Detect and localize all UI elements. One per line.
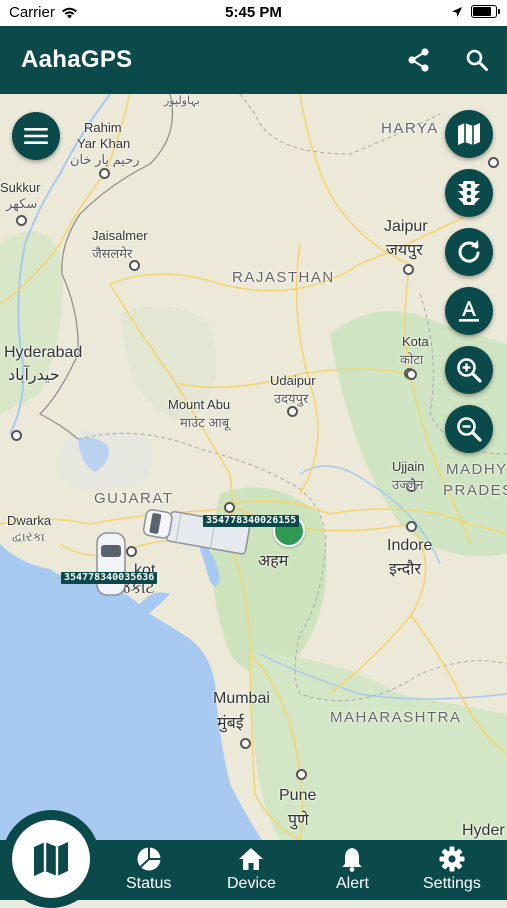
bell-icon [342,848,363,872]
label-icon [459,301,479,322]
nav-item-status[interactable]: Status [126,846,171,893]
city-dot [240,738,251,749]
map-label: इन्दौर [389,561,421,578]
map-label: उदयपुर [274,391,309,406]
nav-label: Device [227,875,276,892]
map-label: अहम [258,553,289,570]
nav-item-device[interactable]: Device [227,846,276,893]
map-label: Dwarka [7,513,52,528]
city-dot [296,769,307,780]
map-label: حیدرآباد [8,367,60,384]
map-label: Hyderabad [4,344,83,361]
app-title: AahaGPS [21,46,133,73]
map-label: जैसलमेर [92,246,133,261]
map-label: कोटा [400,352,424,367]
location-arrow-icon [452,6,462,17]
map-home-button[interactable] [12,820,90,898]
map-label: Mount Abu [168,397,231,412]
city-dot [488,157,499,168]
traffic-button[interactable] [445,169,493,217]
map-label: رحیم یار خان [70,152,140,167]
vehicle-id-label[interactable]: 354778340026155 [203,515,300,527]
map-label: દ્વારકા [12,529,45,544]
map-label: RAJASTHAN [232,269,335,286]
share-icon [408,48,429,72]
nav-label: Status [126,875,172,892]
map-label: Udaipur [270,373,316,388]
map-label: माउंट आबू [180,415,230,430]
map-label: MADHY [446,461,507,478]
status-time: 5:45 PM [225,4,282,21]
map-label: Hyder [462,822,505,839]
map-label: Mumbai [213,690,270,707]
map-label: Jaisalmer [92,228,148,243]
nav-label: Settings [423,875,481,892]
city-dot [287,406,298,417]
map-label: उज्जैन [392,477,424,492]
map-label: Ujjain [392,459,425,474]
map-label: MAHARASHTRA [330,709,462,726]
map-label: Jaipur [384,218,428,235]
app-bar: AahaGPS [0,26,507,94]
refresh-button[interactable] [445,228,493,276]
menu-icon [24,128,48,144]
zoom-in-icon [457,358,482,383]
zoom-in-button[interactable] [445,346,493,394]
map-base [0,94,507,840]
map-label: بہاولپور [164,95,200,107]
city-dot [16,215,27,226]
menu-button[interactable] [12,112,60,160]
map-label: GUJARAT [94,490,174,507]
map-label: Rahim [84,120,122,135]
battery-icon [471,5,500,18]
refresh-icon [458,240,480,263]
map-label: HARYA [381,120,439,137]
map-label: Indore [387,537,433,554]
search-icon [466,49,488,71]
share-button[interactable] [403,44,435,76]
map-label: سکھر [6,196,38,211]
truck-icon[interactable] [138,506,258,558]
map-label: जयपुर [386,242,423,259]
pie-chart-icon [137,847,161,871]
map-label: Pune [279,787,317,804]
map-label: Sukkur [0,180,41,195]
map-label: Yar Khan [77,136,131,151]
city-dot [403,264,414,275]
map-label: पुणे [288,812,309,829]
status-bar: Carrier 5:45 PM [0,0,507,26]
gear-icon [439,846,465,872]
map-home-container [0,806,106,908]
map-layer-button[interactable] [445,110,493,158]
zoom-out-icon [457,417,482,442]
nav-item-settings[interactable]: Settings [423,846,481,893]
map-label: Kota [402,334,429,349]
nav-item-alert[interactable]: Alert [336,846,369,893]
city-dot [406,369,417,380]
home-icon [239,848,264,870]
car-icon[interactable] [94,531,128,597]
city-dot [11,430,22,441]
map-label: मुंबई [217,715,244,732]
map-icon [34,842,68,876]
city-dot [406,521,417,532]
search-button[interactable] [461,44,493,76]
label-toggle-button[interactable] [445,287,493,335]
city-dot [99,168,110,179]
map-view[interactable]: بہاولپور Rahim Yar Khan رحیم یار خان Suk… [0,94,507,840]
vehicle-id-label[interactable]: 354778340035636 [61,572,158,584]
zoom-out-button[interactable] [445,405,493,453]
map-layer-icon [458,123,480,145]
nav-label: Alert [336,875,369,892]
map-label: PRADES [443,482,507,499]
traffic-icon [458,181,480,205]
